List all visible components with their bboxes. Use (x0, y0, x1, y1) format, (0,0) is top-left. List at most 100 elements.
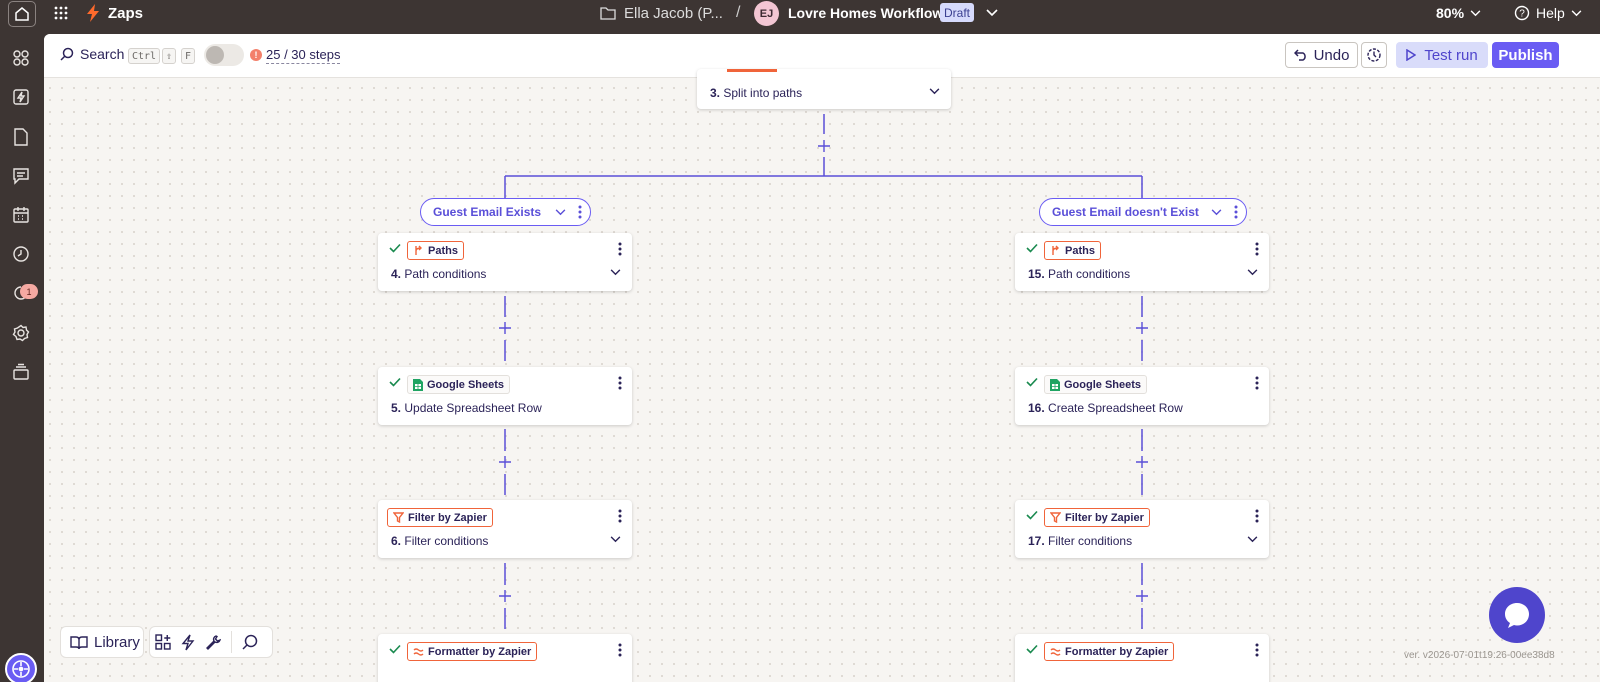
settings-icon[interactable] (10, 322, 32, 344)
step-title: 17. Filter conditions (1028, 534, 1133, 548)
app-badge-filter: Filter by Zapier (387, 508, 493, 527)
check-icon (389, 644, 401, 654)
step-card-6[interactable]: Filter by Zapier 6. Filter conditions (378, 500, 632, 558)
zaps-icon[interactable] (10, 86, 32, 108)
test-run-button[interactable]: Test run (1396, 42, 1488, 68)
app-switcher-button[interactable] (54, 0, 72, 26)
ai-assistant-button[interactable] (5, 653, 37, 682)
home-button[interactable] (8, 1, 36, 27)
bolt-icon[interactable] (181, 634, 195, 651)
files-icon[interactable] (10, 126, 32, 148)
google-sheets-icon (1050, 378, 1060, 391)
more-options-icon[interactable] (618, 643, 622, 657)
book-icon (70, 635, 88, 649)
top-bar: Zaps Ella Jacob (P... / EJ Lovre Homes W… (0, 0, 1600, 34)
step-card-5[interactable]: Google Sheets 5. Update Spreadsheet Row (378, 367, 632, 425)
more-options-icon[interactable] (1234, 205, 1238, 219)
app-badge-paths: Paths (407, 241, 464, 260)
undo-label: Undo (1313, 46, 1350, 64)
search-button[interactable]: Search (60, 46, 124, 62)
more-options-icon[interactable] (1255, 376, 1259, 390)
wrench-icon[interactable] (205, 634, 221, 650)
canvas-toggle[interactable] (204, 44, 244, 66)
chat-bubble-icon (1505, 603, 1529, 628)
more-options-icon[interactable] (578, 205, 582, 219)
chevron-down-icon (986, 9, 998, 17)
step-title: 16. Create Spreadsheet Row (1028, 401, 1183, 415)
chevron-down-icon[interactable] (610, 536, 621, 543)
step-card-17[interactable]: Filter by Zapier 17. Filter conditions (1015, 500, 1269, 558)
workflow-canvas[interactable]: Search Ctrl ⇧ F ! 25 / 30 steps Undo Tes… (44, 34, 1600, 682)
app-badge-partial (727, 69, 777, 72)
more-options-icon[interactable] (1255, 242, 1259, 256)
more-options-icon[interactable] (1255, 509, 1259, 523)
version-history-button[interactable] (1361, 42, 1387, 68)
step-card-15[interactable]: Paths 15. Path conditions (1015, 233, 1269, 291)
step-card-7[interactable]: Formatter by Zapier (378, 634, 632, 682)
workflow-title[interactable]: Lovre Homes Workflow (788, 0, 943, 26)
undo-button[interactable]: Undo (1285, 42, 1358, 68)
history-icon[interactable] (10, 243, 32, 265)
library-button[interactable]: Library (60, 626, 144, 658)
step-title: 4. Path conditions (391, 267, 487, 281)
compass-icon (12, 660, 30, 678)
zoom-select[interactable]: 80% (1436, 0, 1481, 26)
zoom-value: 80% (1436, 5, 1465, 21)
app-badge-paths: Paths (1044, 241, 1101, 260)
check-icon (1026, 243, 1038, 253)
avatar[interactable]: EJ (754, 1, 779, 26)
app-badge-formatter: Formatter by Zapier (1044, 642, 1175, 661)
check-icon (389, 377, 401, 387)
step-card-3[interactable]: 3. Split into paths (697, 69, 951, 109)
more-options-icon[interactable] (1255, 643, 1259, 657)
publish-button[interactable]: Publish (1492, 42, 1559, 68)
folder-icon (600, 7, 616, 20)
more-options-icon[interactable] (618, 376, 622, 390)
chevron-down-icon[interactable] (1247, 269, 1258, 276)
app-badge-formatter: Formatter by Zapier (407, 642, 538, 661)
app-badge-google-sheets: Google Sheets (407, 375, 511, 394)
app-badge-filter: Filter by Zapier (1044, 508, 1150, 527)
breadcrumb-separator: / (736, 4, 741, 21)
folder-breadcrumb[interactable]: Ella Jacob (P... (600, 0, 723, 26)
path-label-guest-email-doesnt-exist[interactable]: Guest Email doesn't Exist (1039, 198, 1247, 226)
zaps-logo[interactable]: Zaps (86, 0, 143, 26)
filter-icon (1050, 512, 1061, 523)
path-label-guest-email-exists[interactable]: Guest Email Exists (420, 198, 591, 226)
history-icon (1367, 48, 1381, 62)
add-app-icon[interactable] (155, 634, 171, 650)
apps-icon[interactable] (10, 47, 32, 69)
app-name: Zaps (108, 4, 144, 22)
path-label-text: Guest Email doesn't Exist (1052, 205, 1199, 219)
help-button[interactable]: ? Help (1514, 0, 1582, 26)
workflow-menu-button[interactable] (986, 0, 998, 26)
interfaces-icon[interactable] (10, 165, 32, 187)
search-icon[interactable] (242, 634, 258, 650)
step-card-18[interactable]: Formatter by Zapier (1015, 634, 1269, 682)
check-icon (1026, 377, 1038, 387)
chevron-down-icon[interactable] (555, 209, 566, 216)
tables-icon[interactable] (10, 204, 32, 226)
steps-counter[interactable]: 25 / 30 steps (266, 47, 341, 64)
step-card-4[interactable]: Paths 4. Path conditions (378, 233, 632, 291)
status-badge: Draft (940, 3, 975, 22)
chevron-down-icon[interactable] (610, 269, 621, 276)
chevron-down-icon[interactable] (1211, 209, 1222, 216)
formatter-icon (413, 648, 424, 656)
step-title: 5. Update Spreadsheet Row (391, 401, 542, 415)
layers-icon[interactable] (10, 361, 32, 383)
chevron-down-icon[interactable] (1247, 536, 1258, 543)
undo-icon (1293, 49, 1306, 61)
chat-support-button[interactable] (1489, 587, 1545, 643)
path-label-text: Guest Email Exists (433, 205, 542, 219)
filter-icon (393, 512, 404, 523)
chevron-down-icon (1470, 9, 1481, 16)
play-icon (1406, 49, 1417, 61)
step-card-16[interactable]: Google Sheets 16. Create Spreadsheet Row (1015, 367, 1269, 425)
chevron-down-icon[interactable] (929, 88, 940, 95)
help-label: Help (1536, 5, 1565, 21)
left-sidebar: 1 (0, 34, 44, 682)
more-options-icon[interactable] (618, 509, 622, 523)
more-options-icon[interactable] (618, 242, 622, 256)
check-icon (389, 243, 401, 253)
